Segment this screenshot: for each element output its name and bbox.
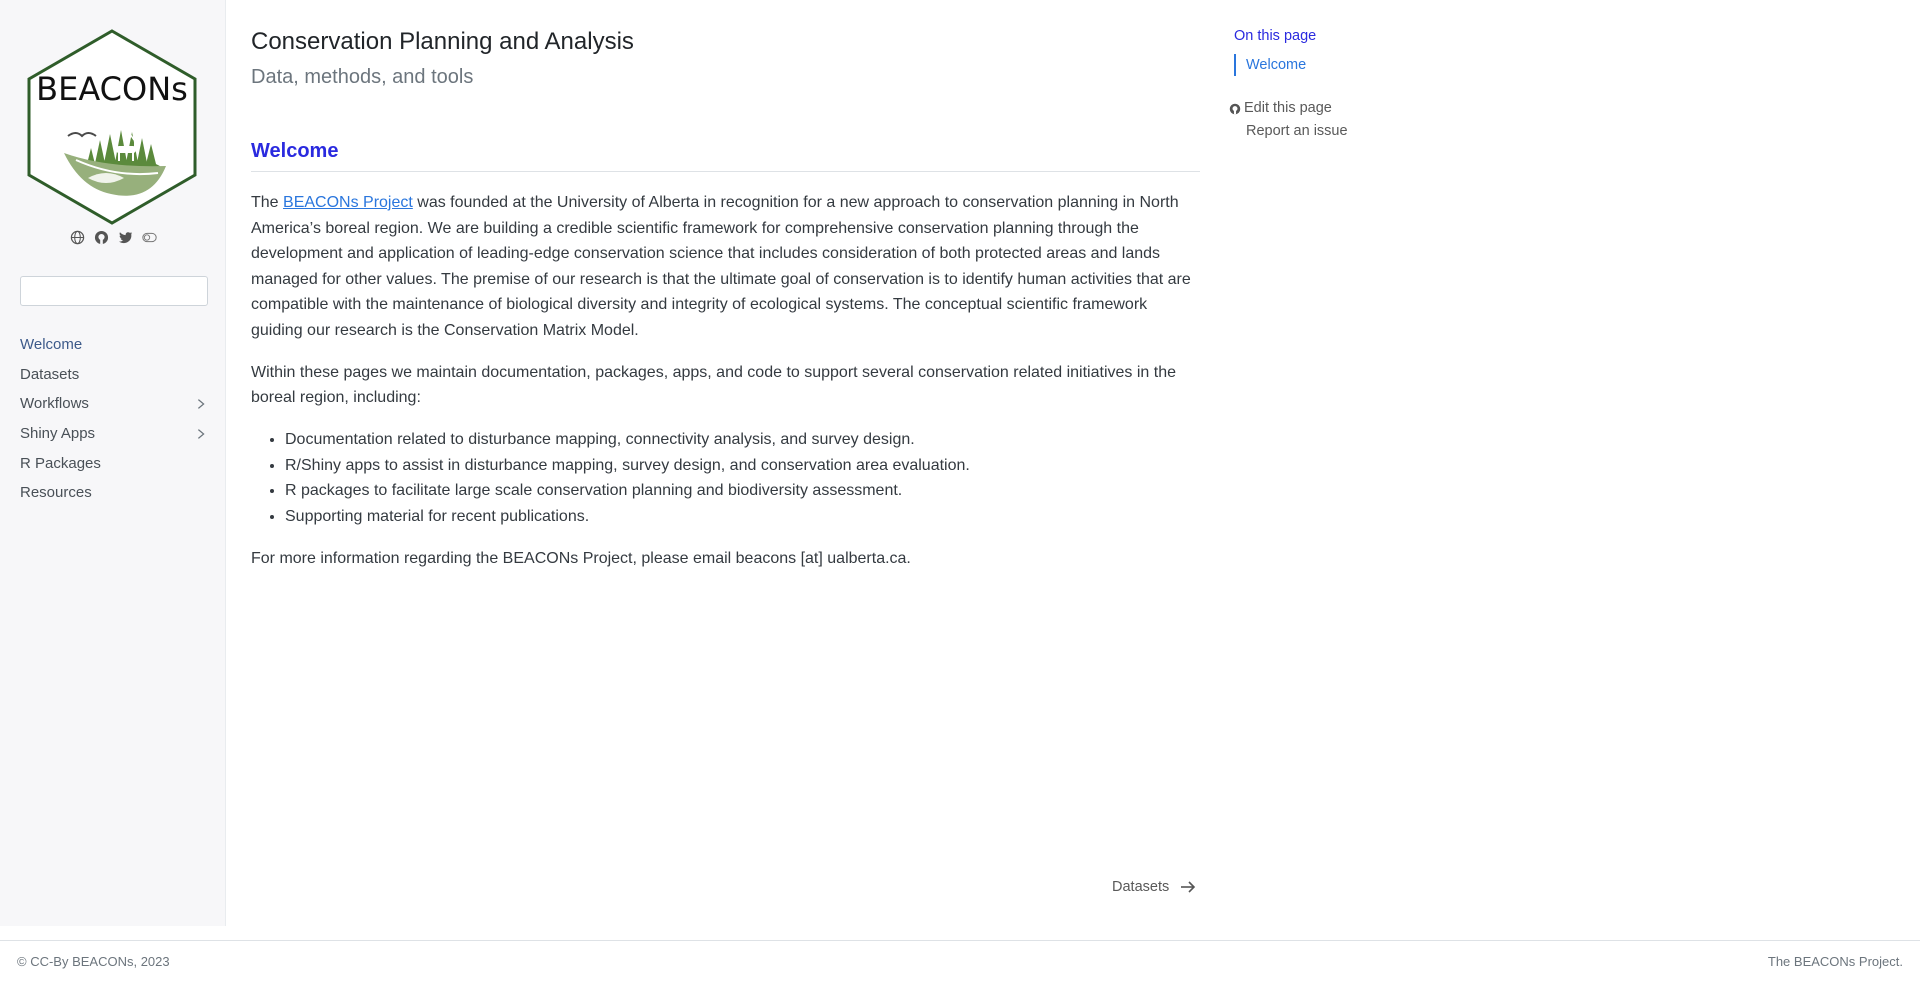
list-item: Documentation related to disturbance map… xyxy=(285,427,1200,453)
twitter-icon[interactable] xyxy=(116,228,134,246)
sidebar-item-resources[interactable]: Resources xyxy=(20,478,210,508)
sidebar-item-label: R Packages xyxy=(20,454,101,472)
toc-item-welcome[interactable]: Welcome xyxy=(1234,54,1454,76)
within-pages-paragraph: Within these pages we maintain documenta… xyxy=(251,363,1176,407)
report-issue-link[interactable]: Report an issue xyxy=(1229,120,1348,143)
intro-paragraph: The BEACONs Project was founded at the U… xyxy=(251,190,1200,343)
next-page-link[interactable]: Datasets xyxy=(1112,878,1197,896)
sidebar-item-label: Welcome xyxy=(20,336,83,354)
page-title: Conservation Planning and Analysis xyxy=(251,28,634,55)
hexagon-logo-icon: BEACONs xyxy=(27,29,197,225)
initiatives-list: Documentation related to disturbance map… xyxy=(285,427,1200,529)
sidebar-item-label: Resources xyxy=(20,484,92,502)
search-input[interactable] xyxy=(35,278,216,304)
intro-text-start: The xyxy=(251,194,284,211)
table-of-contents: On this page Welcome xyxy=(1234,28,1454,76)
sidebar-item-shiny-apps[interactable]: Shiny Apps xyxy=(20,419,210,449)
toggle-icon[interactable] xyxy=(140,228,158,246)
report-issue-label: Report an issue xyxy=(1246,123,1348,139)
list-item: R packages to facilitate large scale con… xyxy=(285,478,1200,504)
contact-paragraph: For more information regarding the BEACO… xyxy=(251,549,911,567)
intro-text-rest: was founded at the University of Alberta… xyxy=(251,194,1191,339)
beacons-project-link[interactable]: BEACONs Project xyxy=(283,194,413,211)
list-item: Supporting material for recent publicati… xyxy=(285,504,1200,530)
sidebar-item-label: Shiny Apps xyxy=(20,425,96,443)
arrow-right-icon xyxy=(1181,881,1196,893)
page-subtitle: Data, methods, and tools xyxy=(251,66,474,88)
edit-page-link[interactable]: Edit this page xyxy=(1229,97,1348,120)
social-links xyxy=(0,228,226,246)
chevron-right-icon[interactable] xyxy=(194,427,208,441)
sidebar-item-welcome[interactable]: Welcome xyxy=(20,330,210,360)
sidebar-item-label: Datasets xyxy=(20,365,80,383)
github-icon[interactable] xyxy=(92,228,110,246)
github-icon xyxy=(1229,103,1241,114)
footer-copyright: © CC-By BEACONs, 2023 xyxy=(17,954,170,969)
logo-text: BEACONs xyxy=(36,70,188,108)
sidebar-item-label: Workflows xyxy=(20,395,89,413)
sidebar-item-r-packages[interactable]: R Packages xyxy=(20,448,210,478)
toc-title: On this page xyxy=(1234,28,1317,44)
footer-project-name: The BEACONs Project. xyxy=(1767,954,1903,969)
article-body: The BEACONs Project was founded at the U… xyxy=(251,190,1200,588)
beacons-logo[interactable]: BEACONs xyxy=(26,28,198,226)
footer: © CC-By BEACONs, 2023 The BEACONs Projec… xyxy=(0,940,1920,1001)
search-box[interactable] xyxy=(20,276,216,306)
section-heading-welcome: Welcome xyxy=(251,140,1200,172)
globe-icon[interactable] xyxy=(68,228,86,246)
sidebar-nav: Welcome Datasets Workflows Shiny Apps R … xyxy=(20,330,210,508)
list-item: R/Shiny apps to assist in disturbance ma… xyxy=(285,453,1200,479)
sidebar-item-workflows[interactable]: Workflows xyxy=(20,389,210,419)
sidebar-item-datasets[interactable]: Datasets xyxy=(20,360,210,390)
toc-actions: Edit this page Report an issue xyxy=(1229,97,1348,143)
next-page-label: Datasets xyxy=(1112,879,1170,895)
sidebar: BEACONs Welcome Datasets Workflows Shiny… xyxy=(0,0,226,926)
chevron-right-icon[interactable] xyxy=(194,397,208,411)
edit-page-label: Edit this page xyxy=(1244,100,1332,116)
